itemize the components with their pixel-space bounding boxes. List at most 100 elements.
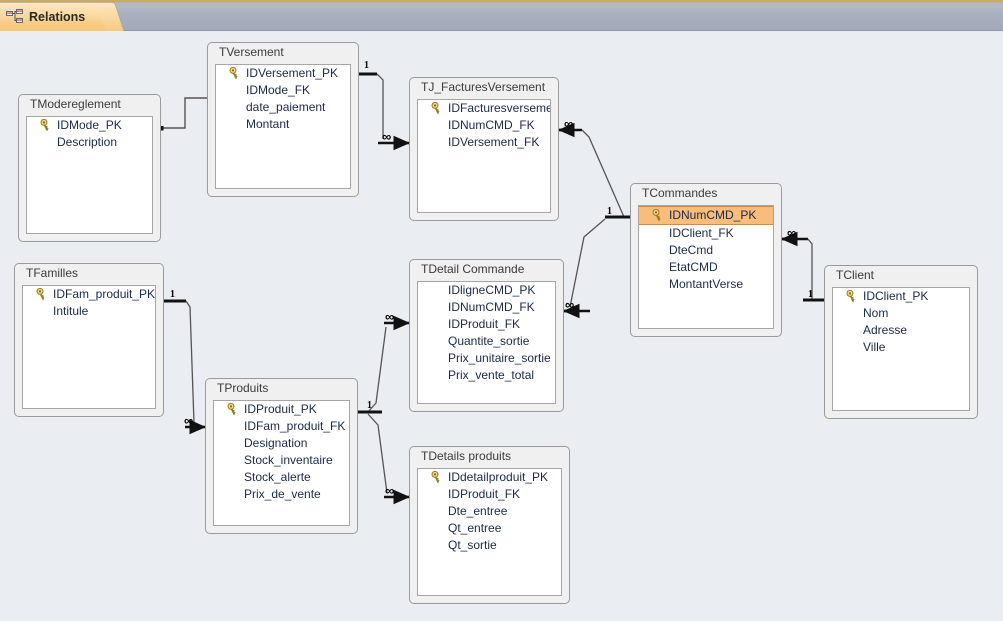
table-field[interactable]: IDVersement_FK — [418, 134, 550, 151]
table-field[interactable]: Quantite_sortie — [418, 333, 555, 350]
table-field[interactable]: Nom — [833, 305, 969, 322]
table-field[interactable]: IDClient_PK — [833, 288, 969, 305]
tab-relations[interactable]: Relations — [0, 3, 113, 31]
table-field[interactable]: IDNumCMD_FK — [418, 117, 550, 134]
cardinality-many: ∞ — [184, 413, 194, 428]
table-field-list: IDligneCMD_PK IDNumCMD_FK IDProduit_FK Quan… — [417, 281, 556, 404]
table-field[interactable]: EtatCMD — [639, 259, 773, 276]
primary-key-icon — [36, 287, 48, 301]
cardinality-many: ∞ — [385, 309, 395, 324]
table-field[interactable]: IDFacturesversemen — [418, 100, 550, 117]
table-field-list: IDNumCMD_PK IDClient_FK DteCmd EtatCMD Monta… — [638, 205, 774, 329]
table-field-label: IDClient_PK — [863, 289, 929, 303]
tab-relations-label: Relations — [29, 10, 86, 24]
rel-commandes-facturesversement — [557, 122, 630, 219]
table-title[interactable]: TVersement — [208, 43, 358, 62]
table-field-label: Prix_de_vente — [244, 487, 321, 501]
table-field-label: Description — [57, 135, 118, 149]
table-title[interactable]: TDetails produits — [410, 447, 569, 466]
relations-canvas[interactable]: 1 ∞ ∞ 1 ∞ 1 ∞ 1 ∞ 1 ∞ ∞ TModereglement ID… — [0, 31, 1003, 621]
table-field[interactable]: IDProduit_FK — [418, 316, 555, 333]
table-title[interactable]: TCommandes — [631, 184, 781, 203]
table-object-tcommandes[interactable]: TCommandes IDNumCMD_PK IDClient_FK DteCmd Et… — [630, 183, 782, 337]
table-field[interactable]: Adresse — [833, 322, 969, 339]
table-field-label: IDVersement_PK — [246, 66, 339, 80]
table-field[interactable]: Stock_alerte — [214, 469, 349, 486]
table-field[interactable]: IDFam_produit_FK — [214, 418, 349, 435]
table-field-label: Adresse — [863, 323, 908, 337]
table-field[interactable]: Intitule — [23, 303, 155, 320]
table-field[interactable]: IDNumCMD_FK — [418, 299, 555, 316]
table-field-label: Montant — [246, 117, 290, 131]
table-field[interactable]: Prix_de_vente — [214, 486, 349, 503]
table-field[interactable]: IDProduit_FK — [418, 486, 561, 503]
table-object-tfamilles[interactable]: TFamilles IDFam_produit_PK Intitule — [14, 263, 164, 417]
table-object-tproduits[interactable]: TProduits IDProduit_PK IDFam_produit_FK Des… — [205, 378, 358, 534]
table-field[interactable]: Description — [27, 134, 152, 151]
table-field[interactable]: IDClient_FK — [639, 225, 773, 242]
table-field[interactable]: date_paiement — [216, 99, 350, 116]
table-field-label: Ville — [863, 340, 886, 354]
table-field[interactable]: IDdetailproduit_PK — [418, 469, 561, 486]
table-field[interactable]: IDMode_PK — [27, 117, 152, 134]
table-field-label: Designation — [244, 436, 308, 450]
table-object-tdetail_commande[interactable]: TDetail Commande IDligneCMD_PK IDNumCMD_FK… — [409, 259, 564, 412]
table-field-label: IDMode_FK — [246, 83, 311, 97]
table-field[interactable]: Montant — [216, 116, 350, 133]
table-title[interactable]: TFamilles — [15, 264, 163, 283]
table-title[interactable]: TJ_FacturesVersement — [410, 78, 558, 97]
cardinality-many: ∞ — [787, 225, 797, 240]
table-field-label: MontantVerse — [669, 277, 744, 291]
table-field[interactable]: IDMode_FK — [216, 82, 350, 99]
table-field[interactable]: Prix_unitaire_sortie — [418, 350, 555, 367]
table-field[interactable]: IDVersement_PK — [216, 65, 350, 82]
table-field[interactable]: Qt_entree — [418, 520, 561, 537]
table-field-list: IDFacturesversemen IDNumCMD_FK IDVersement… — [417, 99, 551, 213]
table-field-list: IDMode_PK Description — [26, 116, 153, 234]
table-field[interactable]: Dte_entree — [418, 503, 561, 520]
table-field-label: Prix_unitaire_sortie — [448, 351, 551, 365]
table-object-tversement[interactable]: TVersement IDVersement_PK IDMode_FK date_pa… — [207, 42, 359, 197]
table-field[interactable]: IDProduit_PK — [214, 401, 349, 418]
cardinality-1: 1 — [170, 289, 175, 300]
table-field-label: EtatCMD — [669, 260, 718, 274]
table-object-tclient[interactable]: TClient IDClient_PK Nom Adresse Ville — [824, 265, 978, 419]
table-title[interactable]: TModereglement — [19, 95, 160, 114]
primary-key-icon — [431, 101, 443, 115]
primary-key-icon — [229, 66, 241, 80]
table-field[interactable]: Ville — [833, 339, 969, 356]
table-field-label: IDligneCMD_PK — [448, 283, 536, 297]
access-relations-window: Relations 1 ∞ ∞ 1 ∞ 1 ∞ 1 ∞ 1 ∞ ∞ TModer… — [0, 0, 1003, 621]
table-object-tdetails_produits[interactable]: TDetails produits IDdetailproduit_PK IDPro… — [409, 446, 570, 604]
table-field[interactable]: DteCmd — [639, 242, 773, 259]
rel-modereglement-versement — [159, 97, 207, 131]
table-field[interactable]: Prix_vente_total — [418, 367, 555, 384]
table-field[interactable]: Designation — [214, 435, 349, 452]
cardinality-many: ∞ — [564, 116, 574, 131]
table-field[interactable]: Qt_sortie — [418, 537, 561, 554]
table-field[interactable]: Stock_inventaire — [214, 452, 349, 469]
table-field-list: IDClient_PK Nom Adresse Ville — [832, 287, 970, 411]
table-title[interactable]: TDetail Commande — [410, 260, 563, 279]
table-field-label: Nom — [863, 306, 889, 320]
rel-client-commandes — [780, 231, 824, 302]
table-field[interactable]: IDligneCMD_PK — [418, 282, 555, 299]
table-title[interactable]: TProduits — [206, 379, 357, 398]
table-object-tmodereglement[interactable]: TModereglement IDMode_PK Description — [18, 94, 161, 242]
cardinality-1: 1 — [607, 206, 612, 217]
table-field[interactable]: IDNumCMD_PK — [639, 206, 773, 225]
rel-produits-detailsproduits — [358, 410, 411, 505]
table-field-label: IDFam_produit_FK — [244, 419, 346, 433]
table-field[interactable]: IDFam_produit_PK — [23, 286, 155, 303]
table-field-label: IDProduit_FK — [448, 317, 521, 331]
primary-key-icon — [846, 289, 858, 303]
table-title[interactable]: TClient — [825, 266, 977, 285]
table-field[interactable]: MontantVerse — [639, 276, 773, 293]
table-field-label: IDNumCMD_FK — [448, 300, 535, 314]
relationships-icon — [6, 9, 24, 25]
table-object-tj_facturesversement[interactable]: TJ_FacturesVersement IDFacturesversemen ID… — [409, 77, 559, 221]
cardinality-1: 1 — [808, 289, 813, 300]
cardinality-many: ∞ — [385, 483, 395, 498]
table-field-label: IDNumCMD_FK — [448, 118, 535, 132]
table-field-label: IDProduit_FK — [448, 487, 521, 501]
